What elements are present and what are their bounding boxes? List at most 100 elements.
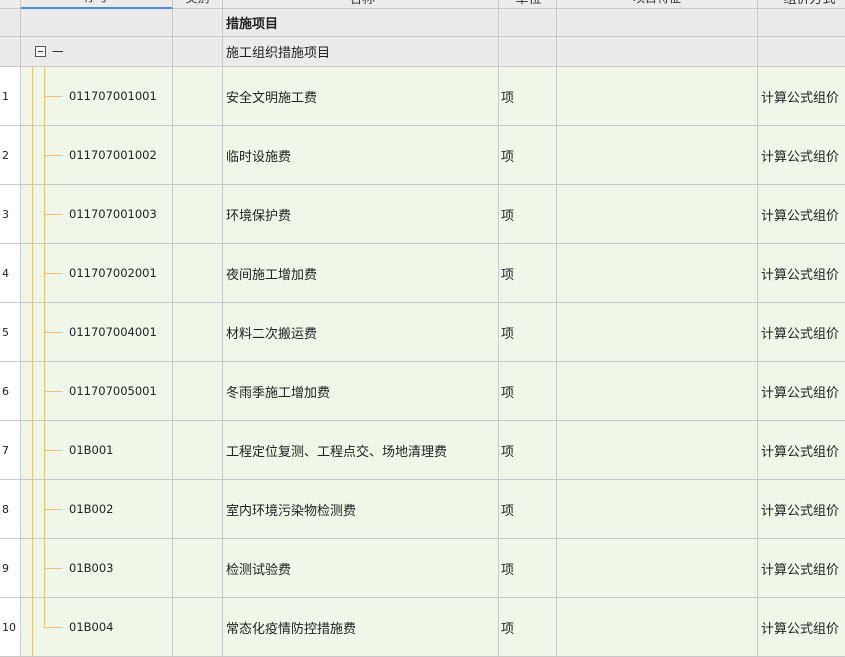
header-category[interactable]: 类别 [173, 0, 223, 9]
collapse-icon[interactable] [35, 46, 46, 57]
tree-line [32, 421, 33, 479]
table-row[interactable]: 5 011707004001 材料二次搬运费项 计算公式组价 [0, 303, 845, 362]
item-code-cell[interactable]: 01B002 [21, 480, 173, 539]
item-unit[interactable]: 项 [499, 421, 557, 480]
item-name[interactable]: 环境保护费 [223, 185, 499, 244]
item-code-cell[interactable]: 01B003 [21, 539, 173, 598]
item-category-cell[interactable] [173, 480, 223, 539]
item-unit[interactable]: 项 [499, 185, 557, 244]
tree-branch [44, 332, 62, 333]
item-name[interactable]: 材料二次搬运费 [223, 303, 499, 362]
item-name[interactable]: 工程定位复测、工程点交、场地清理费 [223, 421, 499, 480]
header-feature[interactable]: 项目特征 [557, 0, 758, 9]
item-unit[interactable]: 项 [499, 244, 557, 303]
item-calc-method[interactable]: 计算公式组价 [758, 480, 845, 539]
item-name[interactable]: 常态化疫情防控措施费 [223, 598, 499, 657]
row-index: 4 [0, 244, 21, 303]
tree-branch [44, 509, 62, 510]
item-code: 011707001003 [69, 207, 157, 221]
table-row[interactable]: 3 011707001003 环境保护费项 计算公式组价 [0, 185, 845, 244]
item-unit[interactable]: 项 [499, 126, 557, 185]
item-code: 01B001 [69, 443, 114, 457]
item-name[interactable]: 冬雨季施工增加费 [223, 362, 499, 421]
tree-branch [44, 391, 62, 392]
item-feature-cell[interactable] [557, 67, 758, 126]
item-feature-cell[interactable] [557, 480, 758, 539]
item-code-cell[interactable]: 011707001001 [21, 67, 173, 126]
group-name: 施工组织措施项目 [223, 37, 499, 67]
header-name[interactable]: 名称 [223, 0, 499, 9]
table-row[interactable]: 1 011707001001 安全文明施工费项 计算公式组价 [0, 67, 845, 126]
table-row[interactable]: 4 011707002001 夜间施工增加费项 计算公式组价 [0, 244, 845, 303]
group-code: 一 [52, 44, 64, 59]
table-row[interactable]: 9 01B003 检测试验费项 计算公式组价 [0, 539, 845, 598]
header-code[interactable]: 序号 [21, 0, 173, 9]
table-row[interactable]: 2 011707001002 临时设施费项 计算公式组价 [0, 126, 845, 185]
group-row-measures[interactable]: 措施项目 [0, 9, 845, 37]
item-feature-cell[interactable] [557, 303, 758, 362]
header-unit[interactable]: 单位 [499, 0, 557, 9]
item-category-cell[interactable] [173, 185, 223, 244]
item-calc-method[interactable]: 计算公式组价 [758, 362, 845, 421]
tree-line [32, 480, 33, 538]
item-calc-method[interactable]: 计算公式组价 [758, 185, 845, 244]
row-index: 10 [0, 598, 21, 657]
item-category-cell[interactable] [173, 539, 223, 598]
group-calc-cell [758, 37, 845, 67]
item-unit[interactable]: 项 [499, 480, 557, 539]
table-row[interactable]: 8 01B002 室内环境污染物检测费项 计算公式组价 [0, 480, 845, 539]
item-feature-cell[interactable] [557, 185, 758, 244]
item-name[interactable]: 室内环境污染物检测费 [223, 480, 499, 539]
group-row-construction[interactable]: 一 施工组织措施项目 [0, 37, 845, 67]
row-index [0, 9, 21, 37]
item-name[interactable]: 临时设施费 [223, 126, 499, 185]
table-row[interactable]: 6 011707005001 冬雨季施工增加费项 计算公式组价 [0, 362, 845, 421]
item-feature-cell[interactable] [557, 362, 758, 421]
item-feature-cell[interactable] [557, 126, 758, 185]
item-code-cell[interactable]: 01B001 [21, 421, 173, 480]
item-code-cell[interactable]: 011707005001 [21, 362, 173, 421]
item-code: 011707001001 [69, 89, 157, 103]
item-calc-method[interactable]: 计算公式组价 [758, 244, 845, 303]
item-code-cell[interactable]: 011707004001 [21, 303, 173, 362]
item-code-cell[interactable]: 011707002001 [21, 244, 173, 303]
item-code-cell[interactable]: 011707001003 [21, 185, 173, 244]
item-category-cell[interactable] [173, 126, 223, 185]
item-category-cell[interactable] [173, 244, 223, 303]
table-row[interactable]: 7 01B001 工程定位复测、工程点交、场地清理费项 计算公式组价 [0, 421, 845, 480]
item-feature-cell[interactable] [557, 244, 758, 303]
item-code: 01B004 [69, 620, 114, 634]
item-code-cell[interactable]: 011707001002 [21, 126, 173, 185]
item-code: 011707005001 [69, 384, 157, 398]
item-category-cell[interactable] [173, 362, 223, 421]
item-category-cell[interactable] [173, 598, 223, 657]
item-calc-method[interactable]: 计算公式组价 [758, 67, 845, 126]
header-calc[interactable]: 组价方式 [758, 0, 845, 9]
item-feature-cell[interactable] [557, 598, 758, 657]
group-feature-cell [557, 37, 758, 67]
item-calc-method[interactable]: 计算公式组价 [758, 421, 845, 480]
item-unit[interactable]: 项 [499, 303, 557, 362]
item-unit[interactable]: 项 [499, 598, 557, 657]
row-index: 6 [0, 362, 21, 421]
item-calc-method[interactable]: 计算公式组价 [758, 598, 845, 657]
item-feature-cell[interactable] [557, 421, 758, 480]
tree-line [32, 303, 33, 361]
item-name[interactable]: 检测试验费 [223, 539, 499, 598]
item-category-cell[interactable] [173, 303, 223, 362]
row-index [0, 37, 21, 67]
item-category-cell[interactable] [173, 67, 223, 126]
item-code-cell[interactable]: 01B004 [21, 598, 173, 657]
item-unit[interactable]: 项 [499, 539, 557, 598]
item-name[interactable]: 安全文明施工费 [223, 67, 499, 126]
item-name[interactable]: 夜间施工增加费 [223, 244, 499, 303]
item-category-cell[interactable] [173, 421, 223, 480]
tree-line [32, 126, 33, 184]
item-unit[interactable]: 项 [499, 362, 557, 421]
table-row[interactable]: 10 01B004 常态化疫情防控措施费项 计算公式组价 [0, 598, 845, 657]
item-unit[interactable]: 项 [499, 67, 557, 126]
item-feature-cell[interactable] [557, 539, 758, 598]
item-calc-method[interactable]: 计算公式组价 [758, 303, 845, 362]
item-calc-method[interactable]: 计算公式组价 [758, 126, 845, 185]
item-calc-method[interactable]: 计算公式组价 [758, 539, 845, 598]
